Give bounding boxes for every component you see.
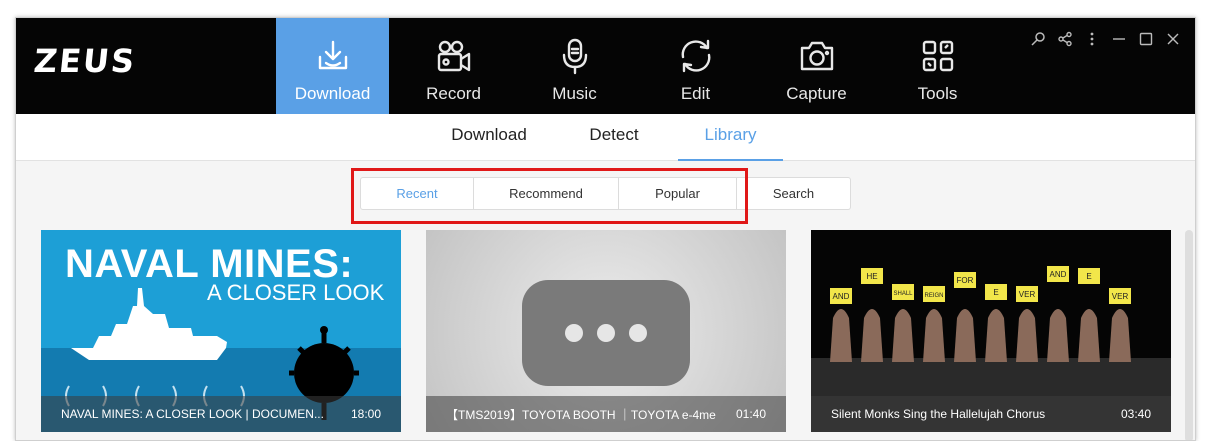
close-icon[interactable] [1164,30,1181,47]
sign-text: HE [866,272,877,281]
app-window: ZEUS Download Record Music Edit Capture … [15,17,1196,441]
monk-figure [892,309,914,362]
nav-capture[interactable]: Capture [760,18,873,114]
download-icon [313,36,353,76]
video-caption: NAVAL MINES: A CLOSER LOOK | DOCUMEN... … [41,396,401,432]
monk-figure [1016,309,1038,362]
thumbnail-subheading: A CLOSER LOOK [207,280,385,305]
video-duration: 03:40 [1120,407,1151,421]
sign-text: REIGN [924,293,943,299]
window-controls [1029,30,1181,47]
refresh-icon [676,36,716,76]
video-title: 【TMS2019】TOYOTA BOOTH ｜TOYOTA e-4me [446,407,716,422]
more-menu-icon[interactable] [1083,30,1100,47]
monk-figure [861,309,883,362]
maximize-icon[interactable] [1137,30,1154,47]
monk-figure [1047,309,1069,362]
library-filter: Recent Recommend Popular Search [360,177,851,210]
share-icon[interactable] [1056,30,1073,47]
nav-label: Tools [917,84,958,103]
filter-recent[interactable]: Recent [360,177,474,210]
camera-icon [797,36,837,76]
monk-figure [923,309,945,362]
microphone-icon [555,36,595,76]
nav-label: Capture [786,84,847,103]
dot-icon [565,324,583,342]
nav-label: Edit [680,84,711,103]
filter-popular[interactable]: Popular [619,177,737,210]
video-duration: 01:40 [735,407,766,421]
top-bar: ZEUS Download Record Music Edit Capture … [16,18,1195,114]
filter-recommend[interactable]: Recommend [474,177,619,210]
minimize-icon[interactable] [1110,30,1127,47]
video-duration: 18:00 [350,407,381,421]
video-caption: 【TMS2019】TOYOTA BOOTH ｜TOYOTA e-4me 01:4… [426,396,786,432]
nav-music[interactable]: Music [518,18,631,114]
video-title: Silent Monks Sing the Hallelujah Chorus [831,407,1046,421]
video-card[interactable]: NAVAL MINES: A CLOSER LOOK NAVAL MINES: … [41,230,401,432]
sign-text: AND [1050,270,1067,279]
nav-label: Record [426,84,481,103]
sign-text: AND [833,292,850,301]
monk-figure [985,309,1007,362]
sign-text: VER [1112,292,1129,301]
video-camera-icon [434,36,474,76]
nav-label: Download [294,84,371,103]
sign-text: E [993,288,998,297]
nav-label: Music [552,84,597,103]
nav-edit[interactable]: Edit [639,18,752,114]
tab-library[interactable]: Library [678,114,783,161]
sub-tabs: Download Detect Library [16,114,1195,161]
tab-download[interactable]: Download [434,114,544,161]
app-logo: ZEUS [32,42,139,80]
sign-text: FOR [957,276,974,285]
sign-text: VER [1019,290,1036,299]
scrollbar[interactable] [1185,230,1193,440]
sign-text: E [1086,272,1091,281]
nav-download[interactable]: Download [276,18,389,114]
main-nav: Download Record Music Edit Capture Tools [276,18,1002,114]
monk-figure [954,309,976,362]
monk-figure [1109,309,1131,362]
video-title: NAVAL MINES: A CLOSER LOOK | DOCUMEN... [61,407,324,421]
monk-figure [1078,309,1100,362]
sign-text: SHALL [893,291,913,297]
tab-detect[interactable]: Detect [564,114,664,161]
monk-figure [830,309,852,362]
filter-search[interactable]: Search [737,177,851,210]
video-card[interactable]: AND HE SHALL REIGN FOR E VER AND E VER Silent Mon… [811,230,1171,432]
nav-record[interactable]: Record [397,18,510,114]
video-caption: Silent Monks Sing the Hallelujah Chorus … [811,396,1171,432]
video-card[interactable]: 【TMS2019】TOYOTA BOOTH ｜TOYOTA e-4me 01:4… [426,230,786,432]
search-icon[interactable] [1029,30,1046,47]
nav-tools[interactable]: Tools [881,18,994,114]
tools-grid-icon [918,36,958,76]
